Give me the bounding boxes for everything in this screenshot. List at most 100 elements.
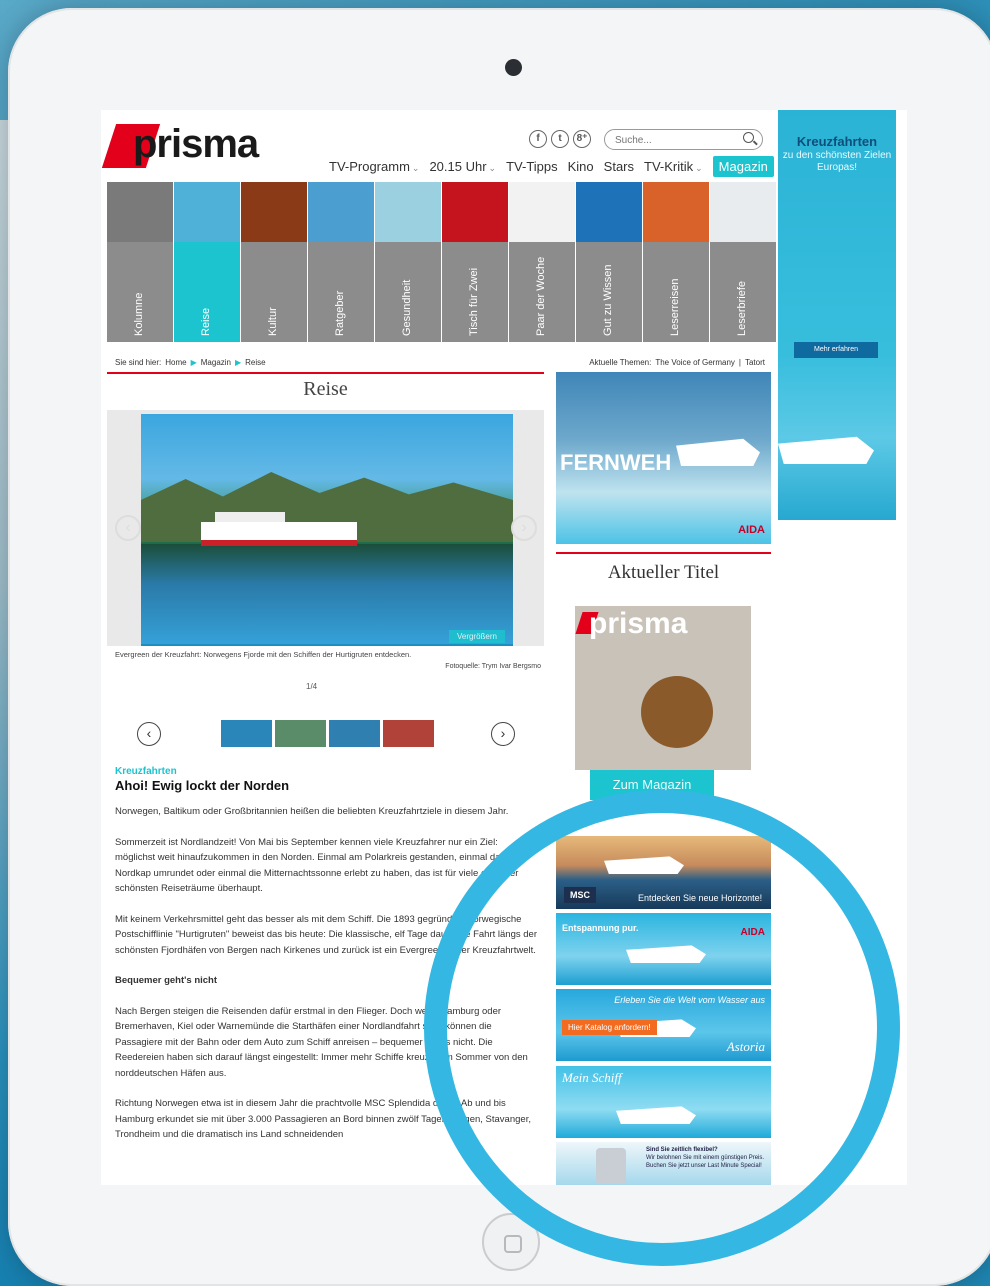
- slide-thumbnail[interactable]: [275, 720, 326, 747]
- category-tile-reise[interactable]: Reise: [174, 182, 240, 342]
- nav-item-20-15-uhr[interactable]: 20.15 Uhr ⌄: [429, 159, 496, 174]
- ship-shape: [626, 945, 706, 963]
- ad-text: Erleben Sie die Welt vom Wasser aus: [614, 995, 765, 1005]
- ship-shape: [676, 438, 760, 466]
- facebook-icon[interactable]: f: [529, 130, 547, 148]
- slide-thumbnail[interactable]: [221, 720, 272, 747]
- nav-item-kino[interactable]: Kino: [568, 159, 594, 174]
- astoria-ad[interactable]: Erleben Sie die Welt vom Wasser aus Hier…: [556, 989, 771, 1061]
- breadcrumb-home[interactable]: Home: [165, 358, 186, 367]
- nav-label: Kino: [567, 158, 594, 174]
- topic-link[interactable]: The Voice of Germany: [655, 358, 735, 367]
- spoon-shape: [641, 676, 713, 748]
- site-logo[interactable]: prisma: [101, 118, 259, 170]
- tile-label: Leserbriefe: [736, 280, 748, 336]
- ad-text: Wir belohnen Sie mit einem günstigen Pre…: [646, 1155, 765, 1169]
- topics-prefix: Aktuelle Themen:: [589, 358, 652, 367]
- slider-next-button[interactable]: ›: [511, 515, 537, 541]
- fernweh-ad[interactable]: FERNWEH AIDA: [556, 372, 771, 544]
- nav-label: 20.15 Uhr: [429, 158, 487, 174]
- topic-separator: |: [738, 358, 741, 367]
- breadcrumb: Sie sind hier: Home ▶ Magazin ▶ Reise: [115, 358, 266, 367]
- article-paragraph: Sommerzeit ist Nordlandzeit! Von Mai bis…: [115, 836, 519, 895]
- msc-ad[interactable]: MSC Entdecken Sie neue Horizonte!: [556, 836, 771, 909]
- aida-logo: AIDA: [738, 524, 765, 536]
- search-icon[interactable]: [743, 132, 754, 143]
- section-title: Reise: [303, 378, 348, 400]
- category-tile-kultur[interactable]: Kultur: [241, 182, 307, 342]
- slide-thumbnail[interactable]: [329, 720, 380, 747]
- magazine-cover[interactable]: prisma: [575, 606, 751, 770]
- googleplus-icon[interactable]: 8⁺: [573, 130, 591, 148]
- skyscraper-ad[interactable]: Kreuzfahrten zu den schönsten Zielen Eur…: [778, 110, 896, 520]
- ship-shape: [616, 1106, 696, 1124]
- image-slider: Vergrößern ‹ ›: [107, 410, 544, 646]
- nav-label: TV-Kritik: [644, 158, 694, 174]
- nav-label: Stars: [603, 158, 634, 174]
- current-issue-title: Aktueller Titel: [607, 562, 720, 583]
- topic-link[interactable]: Tatort: [745, 358, 765, 367]
- camera-dot: [505, 59, 522, 76]
- thumbs-prev-button[interactable]: ‹: [137, 722, 161, 746]
- category-tile-tisch-für-zwei[interactable]: Tisch für Zwei: [442, 182, 508, 342]
- breadcrumb-reise[interactable]: Reise: [245, 358, 265, 367]
- nav-item-tv-programm[interactable]: TV-Programm ⌄: [329, 159, 419, 174]
- ad-title: Sind Sie zeitlich flexibel?: [646, 1147, 718, 1153]
- lastminute-ad[interactable]: Sind Sie zeitlich flexibel? Wir belohnen…: [556, 1142, 771, 1185]
- tile-label: Gut zu Wissen: [602, 264, 614, 336]
- twitter-icon[interactable]: t: [551, 130, 569, 148]
- tile-photo: [509, 182, 575, 242]
- tile-photo: [442, 182, 508, 242]
- zum-magazin-button[interactable]: Zum Magazin: [590, 770, 714, 800]
- catalog-button[interactable]: Hier Katalog anfordern!: [562, 1020, 657, 1035]
- nav-label: TV-Tipps: [506, 158, 558, 174]
- nav-item-tv-tipps[interactable]: TV-Tipps: [506, 159, 558, 174]
- meinschiff-ad[interactable]: Mein Schiff: [556, 1066, 771, 1138]
- category-tile-leserbriefe[interactable]: Leserbriefe: [710, 182, 776, 342]
- home-button[interactable]: [482, 1213, 540, 1271]
- category-tile-leserreisen[interactable]: Leserreisen: [643, 182, 709, 342]
- ship-shape: [778, 436, 874, 464]
- tile-label: Ratgeber: [334, 290, 346, 336]
- category-tiles: Kolumne Reise Kultur Ratgeber Gesundheit Tisc…: [107, 182, 776, 342]
- article-paragraph: Norwegen, Baltikum oder Großbritannien h…: [115, 806, 509, 817]
- social-icons: f t 8⁺: [529, 130, 591, 148]
- aida-ad[interactable]: Entspannung pur. AIDA: [556, 913, 771, 985]
- slide-image[interactable]: Vergrößern: [141, 414, 513, 646]
- image-caption: Evergreen der Kreuzfahrt: Norwegens Fjor…: [115, 650, 412, 659]
- ad-title: FERNWEH: [560, 450, 672, 475]
- meinschiff-logo: Mein Schiff: [562, 1070, 622, 1085]
- breadcrumb-magazin[interactable]: Magazin: [201, 358, 231, 367]
- ad-subtitle: zu den schönsten Zielen Europas!: [782, 150, 892, 173]
- article-headline: Ahoi! Ewig lockt der Norden: [115, 778, 290, 793]
- slide-counter: 1/4: [306, 682, 318, 691]
- nav-item-stars[interactable]: Stars: [604, 159, 634, 174]
- category-tile-paar-der-woche[interactable]: Paar der Woche: [509, 182, 575, 342]
- nav-item-magazin[interactable]: Magazin: [712, 155, 774, 177]
- image-credit: Fotoquelle: Trym Ivar Bergsmo: [445, 663, 541, 670]
- tile-photo: [241, 182, 307, 242]
- tablet-screen: prisma f t 8⁺ TV-Programm⌄20.15 Uhr⌄TV-T…: [101, 110, 907, 1185]
- nav-label: Magazin: [718, 158, 768, 174]
- nav-label: TV-Programm: [329, 158, 410, 174]
- ad-text: Entdecken Sie neue Horizonte!: [638, 893, 763, 903]
- category-tile-ratgeber[interactable]: Ratgeber: [308, 182, 374, 342]
- slider-prev-button[interactable]: ‹: [115, 515, 141, 541]
- article-paragraph: Richtung Norwegen etwa ist in diesem Jah…: [115, 1098, 531, 1140]
- tile-label: Tisch für Zwei: [468, 267, 480, 336]
- zoom-button[interactable]: Vergrößern: [448, 630, 505, 643]
- chevron-down-icon: ⌄: [695, 162, 703, 173]
- search-input[interactable]: [605, 131, 725, 150]
- category-tile-kolumne[interactable]: Kolumne: [107, 182, 173, 342]
- thumbs-next-button[interactable]: ›: [491, 722, 515, 746]
- category-tile-gesundheit[interactable]: Gesundheit: [375, 182, 441, 342]
- tile-label: Reise: [200, 307, 212, 336]
- article-body: Norwegen, Baltikum oder Großbritannien h…: [115, 804, 539, 1158]
- slide-thumbnail[interactable]: [383, 720, 434, 747]
- ad-text: Sind Sie zeitlich flexibel? Wir belohnen…: [646, 1146, 771, 1170]
- mehr-erfahren-button[interactable]: Mehr erfahren: [794, 342, 878, 358]
- article-kicker[interactable]: Kreuzfahrten: [115, 766, 177, 777]
- nav-item-tv-kritik[interactable]: TV-Kritik ⌄: [644, 159, 703, 174]
- chevron-down-icon: ⌄: [488, 162, 497, 173]
- category-tile-gut-zu-wissen[interactable]: Gut zu Wissen: [576, 182, 642, 342]
